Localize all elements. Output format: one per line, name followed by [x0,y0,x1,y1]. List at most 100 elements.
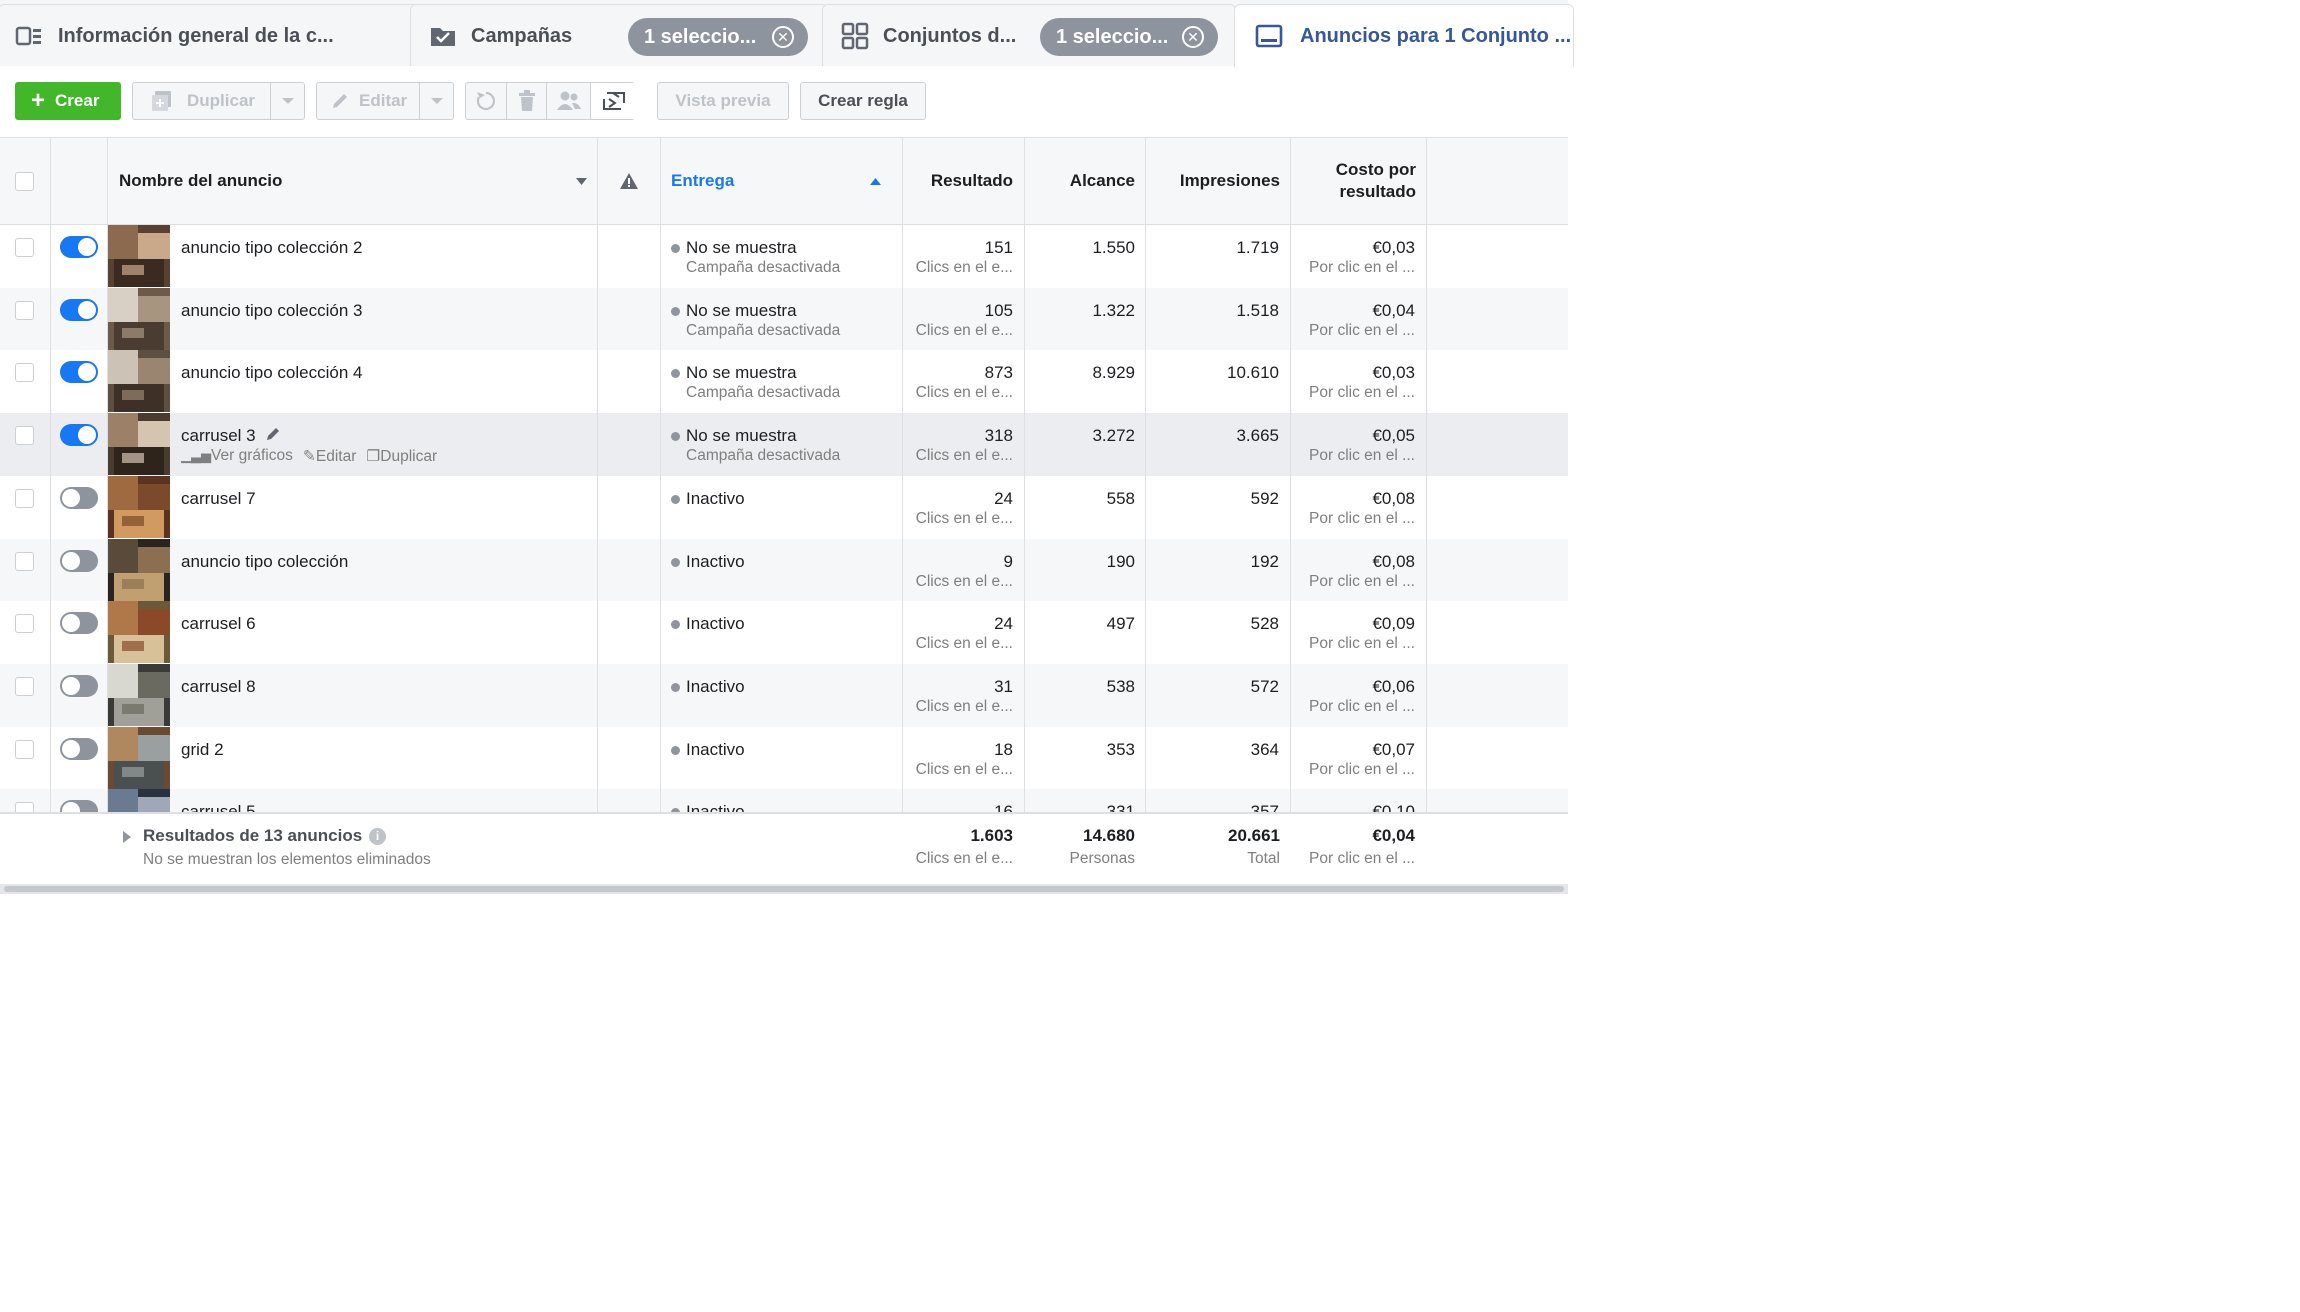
ad-name[interactable]: carrusel 8 [181,677,256,697]
selection-pill[interactable]: 1 seleccio... ✕ [1040,18,1218,56]
revert-button[interactable] [466,83,506,119]
chevron-right-icon[interactable] [123,831,131,843]
column-delivery[interactable]: Entrega [671,138,893,224]
edit-dropdown[interactable] [419,83,453,119]
table-row[interactable]: carrusel 3 ▁▃▅Ver gráficos ✎Editar ❐Duplica… [0,413,1568,477]
table-row[interactable]: grid 2 Inactivo 18 Clics en el e... 353 364 €0… [0,726,1568,790]
delete-button[interactable] [506,83,546,119]
share-button[interactable] [546,83,590,119]
edit-button[interactable]: Editar [316,82,454,120]
row-checkbox[interactable] [15,614,34,634]
ad-name[interactable]: anuncio tipo colección [181,552,348,572]
table-row[interactable]: anuncio tipo colección Inactivo 9 Clics en … [0,538,1568,602]
tab-ad-sets[interactable]: Conjuntos d... 1 seleccio... ✕ [822,4,1236,66]
ad-toggle[interactable] [60,549,98,572]
duplicate-link[interactable]: ❐Duplicar [366,447,437,466]
ad-toggle[interactable] [60,612,98,635]
column-reach[interactable]: Alcance [1025,138,1135,224]
export-button[interactable] [590,83,636,119]
duplicate-button[interactable]: Duplicar [132,82,305,120]
row-checkbox[interactable] [15,676,34,696]
create-button[interactable]: + Crear [15,82,121,120]
icon-button-group [465,82,636,120]
clear-selection-icon[interactable]: ✕ [772,26,794,48]
duplicate-dropdown[interactable] [270,83,304,119]
info-icon[interactable]: i [369,828,386,845]
tab-campaigns[interactable]: Campañas 1 seleccio... ✕ [410,4,828,66]
column-impressions[interactable]: Impresiones [1146,138,1280,224]
delivery-status: Inactivo [686,676,745,696]
ad-name[interactable]: grid 2 [181,740,224,760]
clear-selection-icon[interactable]: ✕ [1182,26,1204,48]
ad-toggle[interactable] [60,674,98,697]
ad-name[interactable]: carrusel 5 [181,802,256,812]
ad-thumbnail [108,225,170,287]
pencil-icon[interactable] [266,426,281,441]
view-charts-link[interactable]: ▁▃▅Ver gráficos [181,447,293,466]
delivery-status: No se muestra [686,426,797,446]
create-rule-button[interactable]: Crear regla [800,82,926,120]
edit-link[interactable]: ✎Editar [303,447,357,466]
table-row[interactable]: carrusel 6 Inactivo 24 Clics en el e... 497 5… [0,601,1568,665]
total-cost-type: Por clic en el ... [1309,850,1415,867]
ad-toggle[interactable] [60,737,98,760]
delivery-status-detail: Campaña desactivada [686,259,841,276]
preview-button[interactable]: Vista previa [657,82,789,120]
row-checkbox[interactable] [15,488,34,508]
cost-value: €0,10 [1372,802,1415,812]
tab-ads[interactable]: Anuncios para 1 Conjunto ... [1234,4,1574,67]
scrollbar-thumb[interactable] [4,886,1564,892]
horizontal-scrollbar[interactable] [0,884,1568,894]
row-checkbox[interactable] [15,739,34,759]
ad-name[interactable]: anuncio tipo colección 4 [181,363,362,383]
toggle-knob [78,300,96,319]
ad-name[interactable]: carrusel 3 [181,426,256,446]
status-dot [671,557,680,567]
ad-toggle[interactable] [60,298,98,321]
table-row[interactable]: anuncio tipo colección 3 No se muestra Cam… [0,287,1568,351]
ad-name[interactable]: carrusel 6 [181,614,256,634]
table-row[interactable]: anuncio tipo colección 2 No se muestra Cam… [0,225,1568,288]
column-divider [902,137,903,882]
column-divider [660,137,661,882]
table-row[interactable]: anuncio tipo colección 4 No se muestra Cam… [0,350,1568,414]
duplicate-icon: ❐ [366,448,381,466]
column-warnings[interactable] [620,138,640,224]
select-all-checkbox[interactable] [15,172,34,191]
row-checkbox[interactable] [15,426,34,446]
status-dot [671,306,680,316]
row-checkbox[interactable] [15,300,34,320]
cost-value: €0,08 [1372,551,1415,571]
tab-account-overview[interactable]: Información general de la c... [0,4,426,66]
ad-toggle[interactable] [60,800,98,812]
column-ad-name[interactable]: Nombre del anuncio [119,138,589,224]
total-result: 1.603 [970,826,1013,845]
ad-thumbnail [108,663,170,726]
cost-type: Por clic en el ... [1309,572,1415,590]
ad-toggle[interactable] [60,361,98,384]
ad-name[interactable]: anuncio tipo colección 2 [181,238,362,258]
table-row[interactable]: carrusel 7 Inactivo 24 Clics en el e... 558 5… [0,475,1568,539]
ad-name[interactable]: carrusel 7 [181,489,256,509]
column-cost-per-result[interactable]: Costo por resultado [1291,138,1416,224]
impressions-value: 357 [1250,802,1279,812]
folder-check-icon [431,28,455,46]
table-row[interactable]: carrusel 5 Inactivo 16 331 357 €0,10 [0,789,1568,812]
total-impressions: 20.661 [1228,826,1280,845]
cost-value: €0,09 [1372,614,1415,634]
column-result[interactable]: Resultado [903,138,1013,224]
result-type: Clics en el e... [915,259,1013,276]
total-reach-type: Personas [1069,850,1135,867]
ad-toggle[interactable] [60,424,98,447]
row-checkbox[interactable] [15,238,34,257]
ad-name[interactable]: anuncio tipo colección 3 [181,301,362,321]
row-checkbox[interactable] [15,363,34,383]
reach-value: 8.929 [1092,363,1135,383]
ad-toggle[interactable] [60,236,98,258]
table-row[interactable]: carrusel 8 Inactivo 31 Clics en el e... 538 5… [0,663,1568,727]
ad-toggle[interactable] [60,486,98,509]
row-checkbox[interactable] [15,802,34,812]
delivery-status: No se muestra [686,238,797,257]
row-checkbox[interactable] [15,551,34,571]
selection-pill[interactable]: 1 seleccio... ✕ [628,18,808,56]
